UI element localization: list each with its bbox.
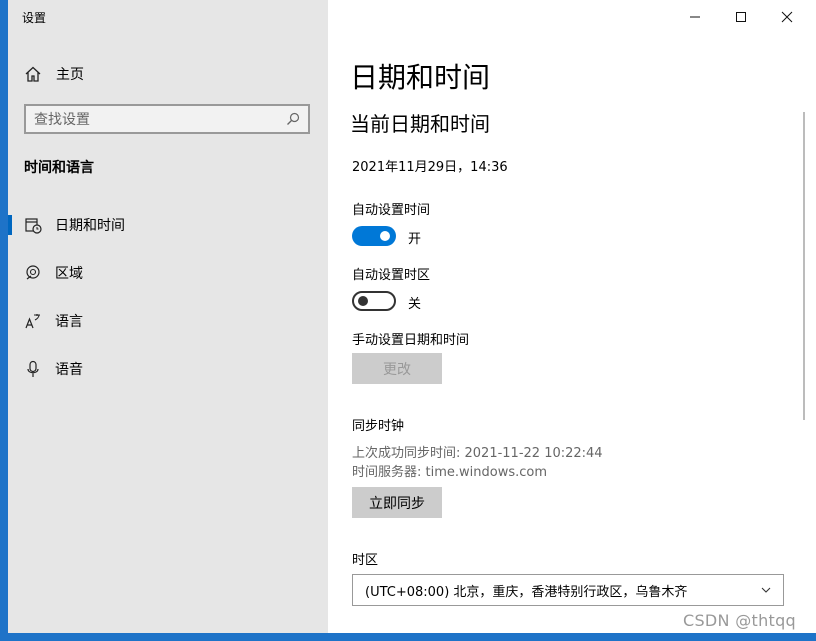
chevron-down-icon <box>761 587 771 593</box>
timezone-value: (UTC+08:00) 北京，重庆，香港特别行政区，乌鲁木齐 <box>365 584 688 600</box>
sidebar-item-date-time[interactable]: 日期和时间 <box>8 205 328 245</box>
timezone-label: 时区 <box>352 553 379 568</box>
home-label: 主页 <box>56 67 84 83</box>
sync-clock-label: 同步时钟 <box>352 419 405 434</box>
current-datetime: 2021年11月29日，14:36 <box>352 160 508 175</box>
toggle-knob <box>358 296 368 306</box>
watermark: CSDN @thtqq <box>683 611 797 630</box>
auto-time-toggle[interactable] <box>352 226 396 246</box>
sidebar-item-label: 语言 <box>55 314 83 330</box>
sidebar-item-language[interactable]: 语言 <box>8 301 328 341</box>
sidebar-item-label: 语音 <box>55 362 83 378</box>
search-input[interactable]: 查找设置 <box>34 109 286 129</box>
maximize-icon[interactable] <box>735 11 747 23</box>
auto-timezone-toggle[interactable] <box>352 291 396 311</box>
auto-timezone-label: 自动设置时区 <box>352 268 431 283</box>
language-icon <box>25 314 40 329</box>
last-sync-text: 上次成功同步时间: 2021-11-22 10:22:44 <box>352 446 603 461</box>
home-icon <box>25 66 41 82</box>
auto-time-state: 开 <box>408 232 422 247</box>
minimize-icon[interactable] <box>689 11 701 23</box>
sidebar: 设置 主页 查找设置 时间和语言 日期和时间 区域 语言 语音 <box>8 0 328 633</box>
sidebar-item-speech[interactable]: 语音 <box>8 349 328 389</box>
toggle-knob <box>380 231 390 241</box>
minimize-button[interactable] <box>672 4 718 30</box>
window-title: 设置 <box>22 11 47 25</box>
section-title: 当前日期和时间 <box>350 112 490 136</box>
sidebar-item-label: 日期和时间 <box>55 218 125 234</box>
close-icon[interactable] <box>781 11 793 23</box>
search-box[interactable]: 查找设置 <box>24 104 310 134</box>
home-link[interactable]: 主页 <box>24 62 84 86</box>
change-button[interactable]: 更改 <box>352 353 442 384</box>
sync-now-button[interactable]: 立即同步 <box>352 487 442 518</box>
globe-icon <box>26 265 40 280</box>
time-server-text: 时间服务器: time.windows.com <box>352 465 548 480</box>
close-button[interactable] <box>764 4 810 30</box>
maximize-button[interactable] <box>718 4 764 30</box>
manual-datetime-label: 手动设置日期和时间 <box>352 333 470 348</box>
main-content: 日期和时间 当前日期和时间 2021年11月29日，14:36 自动设置时间 开… <box>328 0 816 633</box>
auto-time-label: 自动设置时间 <box>352 203 431 218</box>
scrollbar[interactable] <box>803 112 805 420</box>
settings-window: 设置 主页 查找设置 时间和语言 日期和时间 区域 语言 语音 日期和时间 当前… <box>8 0 816 633</box>
calendar-clock-icon <box>25 218 42 234</box>
auto-timezone-state: 关 <box>408 297 422 312</box>
microphone-icon <box>27 360 39 377</box>
sidebar-item-region[interactable]: 区域 <box>8 253 328 293</box>
sidebar-section-title: 时间和语言 <box>24 160 94 176</box>
search-icon[interactable] <box>286 112 300 126</box>
sidebar-item-label: 区域 <box>55 266 83 282</box>
page-title: 日期和时间 <box>350 61 491 94</box>
timezone-dropdown[interactable]: (UTC+08:00) 北京，重庆，香港特别行政区，乌鲁木齐 <box>352 574 784 606</box>
